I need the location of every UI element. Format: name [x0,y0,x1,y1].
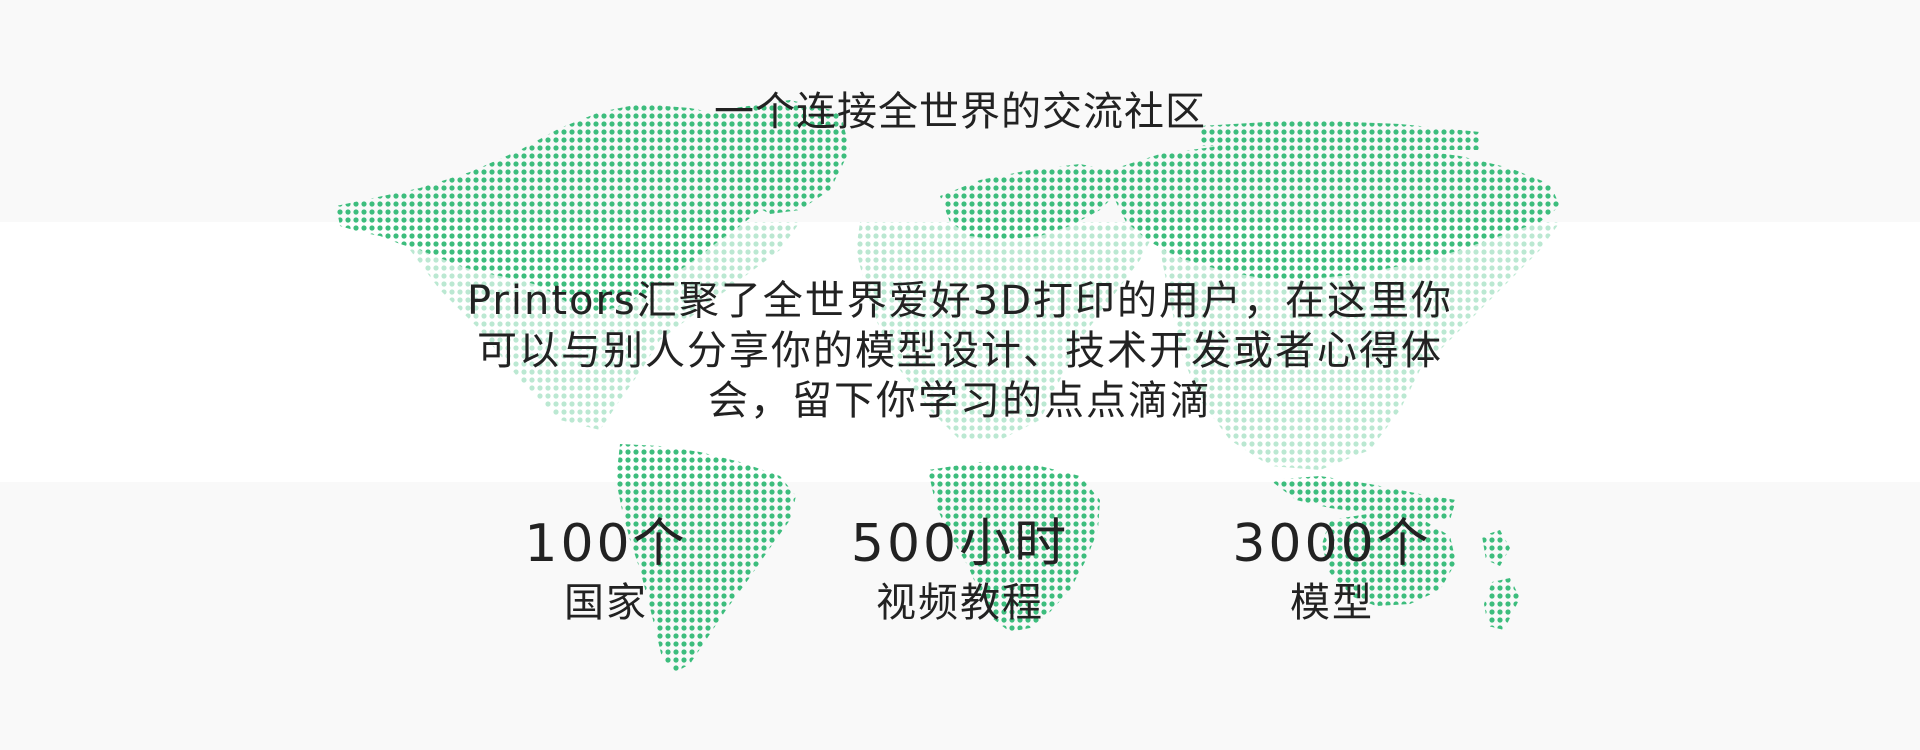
stat-countries: 100个 国家 [446,512,766,628]
stat-video-hours: 500小时 视频教程 [800,512,1120,628]
stat-models: 3000个 模型 [1172,512,1492,628]
stat-value: 100个 [524,514,688,574]
stat-label: 国家 [564,580,648,626]
stat-value: 500小时 [850,514,1070,574]
stat-value: 3000个 [1232,514,1432,574]
page-headline: 一个连接全世界的交流社区 [714,89,1206,135]
intro-paragraph: Printors汇聚了全世界爱好3D打印的用户，在这里你可以与别人分享你的模型设… [466,278,1454,424]
stat-label: 视频教程 [876,580,1044,626]
stat-label: 模型 [1290,580,1374,626]
